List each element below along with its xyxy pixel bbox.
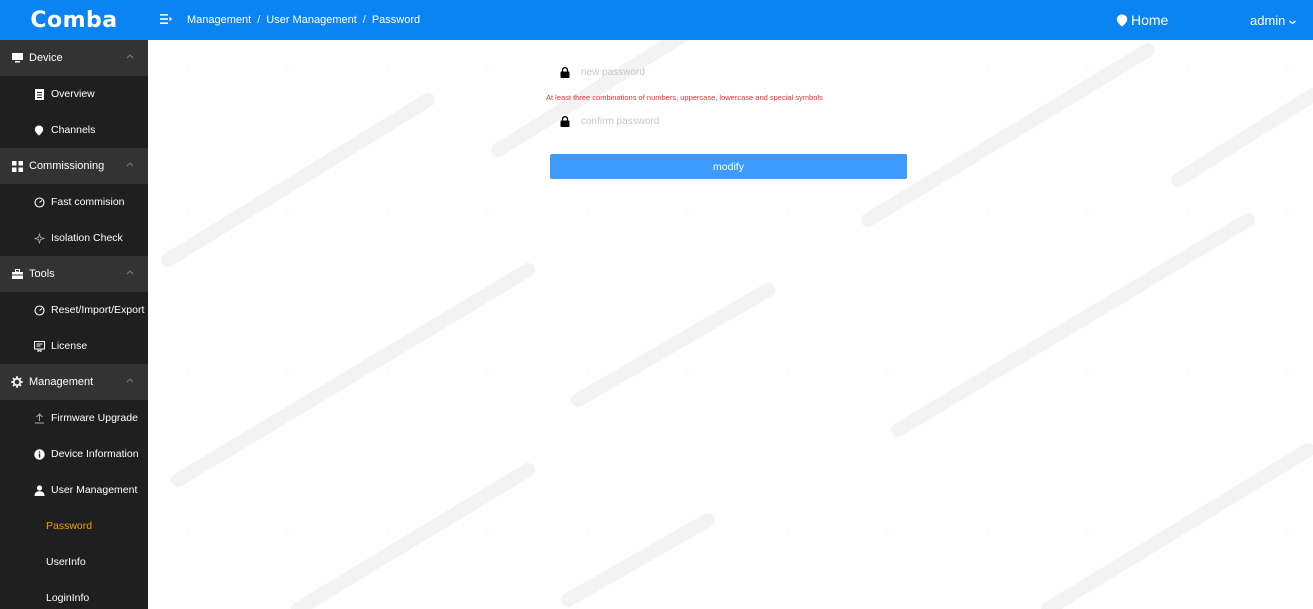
sidebar-group-label: Management: [29, 376, 94, 388]
speed-icon: [33, 304, 45, 316]
sidebar-group-label: Tools: [29, 268, 55, 280]
sidebar-item-label: License: [51, 340, 88, 352]
monitor-icon: [11, 52, 23, 64]
home-link[interactable]: Home: [1116, 12, 1168, 28]
sidebar-item-label: Reset/Import/Export: [51, 304, 145, 316]
chevron-up-icon: [126, 54, 134, 59]
upload-icon: [33, 412, 45, 424]
sidebar-subitem-logininfo[interactable]: LoginInfo: [0, 580, 148, 609]
sidebar-item-license[interactable]: License: [0, 328, 148, 364]
sidebar-group-commissioning[interactable]: Commissioning: [0, 148, 148, 184]
logo: Comba: [30, 7, 118, 33]
chevron-up-icon: [126, 270, 134, 275]
toolbox-icon: [11, 268, 23, 280]
user-icon: [33, 484, 45, 496]
sidebar-group-tools[interactable]: Tools: [0, 256, 148, 292]
sidebar-item-fast-commision[interactable]: Fast commision: [0, 184, 148, 220]
sidebar-group-device[interactable]: Device: [0, 40, 148, 76]
sidebar-item-device-information[interactable]: Device Information: [0, 436, 148, 472]
confirm-password-input[interactable]: [581, 116, 801, 127]
sidebar-item-overview[interactable]: Overview: [0, 76, 148, 112]
new-password-input[interactable]: [581, 67, 801, 78]
sidebar-item-reset-import-export[interactable]: Reset/Import/Export: [0, 292, 148, 328]
document-icon: [33, 88, 45, 100]
sidebar-group-management[interactable]: Management: [0, 364, 148, 400]
breadcrumb: Management / User Management / Password: [187, 14, 420, 26]
logo-area[interactable]: Comba: [0, 0, 148, 40]
location-pin-icon: [1116, 14, 1128, 26]
sidebar-item-label: Device Information: [51, 448, 139, 460]
breadcrumb-separator: /: [257, 14, 261, 26]
sidebar-subitem-password[interactable]: Password: [0, 508, 148, 544]
chevron-down-icon: [1289, 20, 1297, 24]
license-icon: [33, 340, 45, 352]
home-label: Home: [1131, 12, 1169, 28]
main-content: At least three combinations of numbers, …: [148, 40, 1313, 609]
chevron-up-icon: [126, 162, 134, 167]
grid-icon: [11, 160, 23, 172]
sidebar-subitem-userinfo[interactable]: UserInfo: [0, 544, 148, 580]
breadcrumb-item-user-management[interactable]: User Management: [266, 14, 357, 26]
pin-icon: [33, 124, 45, 136]
modify-button[interactable]: modify: [550, 154, 907, 179]
sidebar-group-label: Commissioning: [29, 160, 105, 172]
confirm-password-field[interactable]: [560, 116, 801, 127]
lock-icon: [560, 116, 570, 127]
sidebar-group-label: Device: [29, 52, 63, 64]
new-password-field[interactable]: [560, 67, 801, 78]
sidebar-item-isolation-check[interactable]: Isolation Check: [0, 220, 148, 256]
lock-icon: [560, 67, 570, 78]
sidebar-item-label: Fast commision: [51, 196, 125, 208]
breadcrumb-separator: /: [362, 14, 366, 26]
chevron-up-icon: [126, 378, 134, 383]
password-requirements-hint: At least three combinations of numbers, …: [546, 93, 823, 102]
sidebar-item-user-management[interactable]: User Management: [0, 472, 148, 508]
sidebar-item-label: Overview: [51, 88, 95, 100]
sparkle-icon: [33, 232, 45, 244]
sidebar-item-firmware-upgrade[interactable]: Firmware Upgrade: [0, 400, 148, 436]
top-bar: Comba Management / User Management / Pas…: [0, 0, 1313, 40]
info-icon: [33, 448, 45, 460]
breadcrumb-item-password: Password: [371, 14, 421, 26]
sidebar-item-channels[interactable]: Channels: [0, 112, 148, 148]
sidebar-item-label: User Management: [51, 484, 138, 496]
menu-toggle-icon[interactable]: [160, 13, 172, 25]
user-name: admin: [1250, 13, 1286, 28]
gear-icon: [11, 376, 23, 388]
user-menu[interactable]: admin: [1250, 13, 1297, 28]
sidebar-item-label: Firmware Upgrade: [51, 412, 138, 424]
sidebar-item-label: Channels: [51, 124, 96, 136]
breadcrumb-item-management[interactable]: Management: [187, 14, 251, 26]
sidebar-item-label: Isolation Check: [51, 232, 123, 244]
sidebar: Device Overview Channels Commissioning F…: [0, 40, 148, 609]
speed-icon: [33, 196, 45, 208]
